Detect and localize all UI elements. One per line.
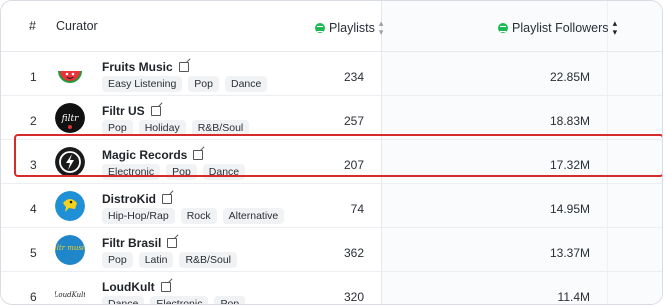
external-link-icon[interactable] (150, 106, 161, 116)
curator-table: # Curator Playlists ▴ ▾ Playlist Follower… (0, 0, 663, 305)
distrokid-logo-icon (55, 191, 85, 221)
spotify-icon (498, 23, 508, 33)
curator-name-label: DistroKid (102, 192, 156, 206)
followers-count: 22.85M (549, 70, 590, 84)
external-link-icon[interactable] (167, 238, 178, 248)
playlists-count: 234 (343, 70, 364, 84)
genre-tag: Pop (188, 76, 219, 92)
external-link-icon[interactable] (160, 282, 171, 292)
genre-tag: R&B/Soul (179, 252, 237, 268)
curator-name-label: Filtr US (102, 104, 145, 118)
genre-tag: Pop (102, 252, 133, 268)
genre-tag: Dance (224, 76, 268, 92)
rank: 4 (30, 202, 37, 216)
curator-name[interactable]: LoudKult (102, 280, 171, 294)
genre-tags: Dance Electronic Pop (102, 296, 246, 304)
genre-tag: Easy Listening (102, 76, 183, 92)
external-link-icon[interactable] (162, 194, 172, 204)
header-curator: Curator (56, 19, 98, 33)
genre-tags: Hip-Hop/Rap Rock Alternative (102, 208, 285, 224)
spotify-icon (315, 23, 325, 33)
playlists-count: 74 (350, 202, 364, 216)
rank: 2 (30, 114, 37, 128)
header-playlists-label: Playlists (329, 21, 375, 35)
followers-count: 18.83M (549, 114, 590, 128)
genre-tags: Easy Listening Pop Dance (102, 76, 268, 92)
svg-text:LoudKult: LoudKult (55, 291, 85, 299)
followers-count: 14.95M (549, 202, 590, 216)
genre-tag: Rock (180, 208, 217, 224)
curator-name-label: Filtr Brasil (102, 236, 162, 250)
external-link-icon[interactable] (178, 62, 189, 72)
sort-arrows-icon[interactable]: ▴ ▾ (379, 19, 384, 37)
genre-tags: Pop Latin R&B/Soul (102, 252, 237, 268)
rank: 6 (30, 290, 37, 304)
loudkult-logo-icon: LoudKult (55, 279, 85, 304)
genre-tag: Hip-Hop/Rap (102, 208, 175, 224)
filtr-brasil-logo-icon: filtr music (55, 235, 85, 265)
playlists-count: 362 (343, 246, 364, 260)
sort-arrows-icon[interactable]: ▴ ▾ (613, 19, 618, 37)
curator-name-label: Fruits Music (102, 60, 173, 74)
svg-text:filtr: filtr (61, 114, 79, 124)
playlists-count: 257 (343, 114, 364, 128)
curator-name-label: LoudKult (102, 280, 155, 294)
header-followers-label: Playlist Followers (512, 21, 609, 35)
header-playlists[interactable]: Playlists ▴ ▾ (315, 19, 383, 37)
genre-tag: Electronic (150, 296, 209, 304)
header-rank: # (29, 19, 36, 33)
followers-count: 11.4M (557, 290, 590, 304)
table-row[interactable]: 6 LoudKult LoudKult Dance Electronic Pop… (1, 271, 662, 304)
followers-count: 13.37M (549, 246, 590, 260)
genre-tag: Alternative (222, 208, 285, 224)
curator-name[interactable]: Filtr US (102, 104, 161, 118)
curator-name[interactable]: Fruits Music (102, 60, 189, 74)
genre-tag: Latin (138, 252, 174, 268)
header-followers[interactable]: Playlist Followers ▴ ▾ (498, 19, 617, 37)
watermelon-logo-icon (55, 59, 85, 89)
rank: 1 (30, 70, 37, 84)
playlists-count: 320 (343, 290, 364, 304)
curator-name[interactable]: DistroKid (102, 192, 172, 206)
table-row[interactable]: 4 DistroKid Hip-Hop/Rap Rock Alternative… (1, 183, 662, 228)
filtr-logo-icon: filtr (55, 103, 85, 133)
row-highlight-outline (14, 134, 662, 177)
genre-tag: Pop (214, 296, 246, 304)
table-row[interactable]: 5 filtr music Filtr Brasil Pop Latin R&B… (1, 227, 662, 272)
rank: 5 (30, 246, 37, 260)
svg-text:filtr music: filtr music (55, 244, 85, 252)
table-row[interactable]: 1 Fruits Music Easy Listening Pop Dance … (1, 51, 662, 96)
genre-tag: Dance (102, 296, 145, 304)
table-header: # Curator Playlists ▴ ▾ Playlist Follower… (1, 1, 662, 52)
curator-name[interactable]: Filtr Brasil (102, 236, 178, 250)
